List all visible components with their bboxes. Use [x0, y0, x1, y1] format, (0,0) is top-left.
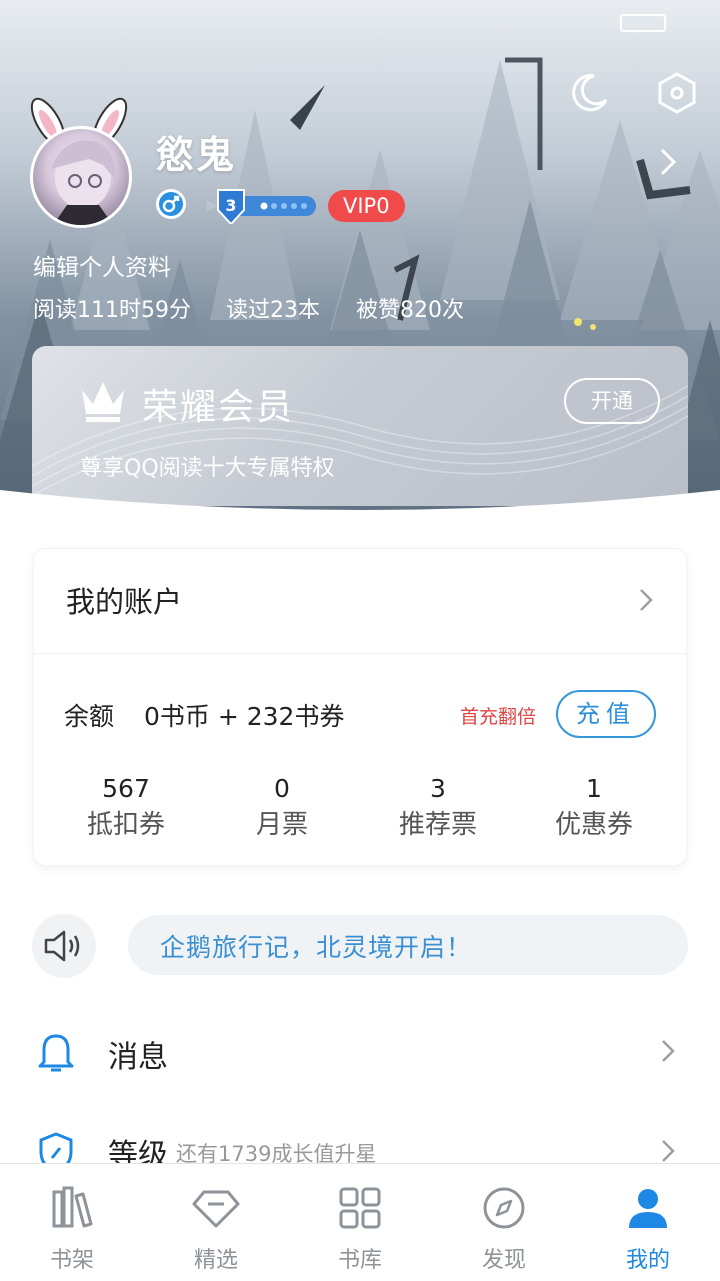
announcement-text: 企鹅旅行记，北灵境开启！: [160, 933, 473, 962]
level-chevron-right-icon: [662, 1140, 675, 1162]
tab-discover-label: 发现: [481, 1248, 526, 1273]
level-badge[interactable]: 3: [204, 186, 320, 226]
settings-icon[interactable]: [654, 70, 700, 116]
likes-stat: 被赞820次: [356, 298, 464, 323]
account-chevron-right-icon[interactable]: [638, 587, 654, 613]
balance-value: 0书币 + 232书券: [144, 702, 345, 731]
profile-chevron-right-icon[interactable]: [656, 146, 680, 178]
vip-open-button[interactable]: 开通: [564, 378, 660, 424]
balance-label: 余额: [64, 702, 115, 731]
account-title[interactable]: 我的账户: [66, 579, 182, 621]
profile-header: 慾鬼 3 VIP0 编辑个人资料 阅读111时59分 读过23本 被赞820次: [0, 0, 720, 510]
bookshelf-icon: [52, 1186, 93, 1228]
deduction-coupon-label: 抵扣券: [86, 810, 165, 840]
tab-library-label: 书库: [337, 1248, 382, 1273]
level-number: 3: [225, 196, 236, 215]
discount-coupon-count: 1: [586, 774, 602, 803]
recharge-button[interactable]: 充值: [556, 690, 656, 738]
tab-library[interactable]: 书库: [288, 1164, 432, 1281]
tab-bookshelf-label: 书架: [49, 1248, 94, 1273]
tab-me-label: 我的: [625, 1248, 670, 1273]
monthly-ticket-count: 0: [274, 774, 290, 803]
tab-me[interactable]: 我的: [576, 1164, 720, 1281]
tab-bookshelf[interactable]: 书架: [0, 1164, 144, 1281]
header-curve: [0, 490, 720, 530]
grid-icon: [339, 1187, 381, 1229]
discount-coupon-item[interactable]: 1 优惠券: [529, 773, 659, 845]
account-card: 我的账户 余额 0书币 + 232书券 首充翻倍 充值 567 抵扣券 0 月票…: [33, 548, 687, 866]
edit-profile-link[interactable]: 编辑个人资料: [33, 248, 171, 282]
nickname[interactable]: 慾鬼: [156, 124, 236, 179]
reading-time-stat: 阅读111时59分: [33, 298, 191, 323]
compass-icon: [483, 1187, 525, 1229]
divider: [34, 653, 686, 654]
tab-featured-label: 精选: [193, 1248, 238, 1273]
speaker-button[interactable]: [32, 914, 96, 978]
monthly-ticket-item[interactable]: 0 月票: [217, 773, 347, 845]
monthly-ticket-label: 月票: [255, 810, 308, 840]
bell-icon: [38, 1034, 74, 1072]
messages-label: 消息: [108, 1040, 168, 1075]
first-charge-double-label: 首充翻倍: [460, 706, 537, 728]
announcement-banner[interactable]: 企鹅旅行记，北灵境开启！: [128, 915, 688, 975]
discount-coupon-label: 优惠券: [554, 810, 633, 840]
recommend-ticket-label: 推荐票: [398, 810, 477, 840]
messages-chevron-right-icon: [662, 1040, 675, 1062]
recommend-ticket-item[interactable]: 3 推荐票: [373, 773, 503, 845]
user-icon: [629, 1189, 667, 1228]
moon-icon[interactable]: [566, 70, 612, 116]
recommend-ticket-count: 3: [430, 774, 446, 803]
avatar[interactable]: [30, 126, 132, 228]
crown-icon: [82, 382, 124, 422]
tab-discover[interactable]: 发现: [432, 1164, 576, 1281]
menu-item-messages[interactable]: 消息: [0, 1006, 720, 1096]
deduction-coupon-count: 567: [102, 774, 150, 803]
diamond-icon: [192, 1190, 240, 1228]
male-gender-icon: [156, 189, 186, 219]
vip-card-title: 荣耀会员: [142, 387, 295, 428]
deduction-coupon-item[interactable]: 567 抵扣券: [61, 773, 191, 845]
tab-featured[interactable]: 精选: [144, 1164, 288, 1281]
vip-badge[interactable]: VIP0: [328, 190, 405, 222]
books-read-stat: 读过23本: [226, 298, 320, 323]
battery-icon: [620, 14, 666, 32]
speaker-icon: [44, 930, 80, 962]
bottom-tab-bar: 书架 精选 书库 发现 我的: [0, 1163, 720, 1281]
